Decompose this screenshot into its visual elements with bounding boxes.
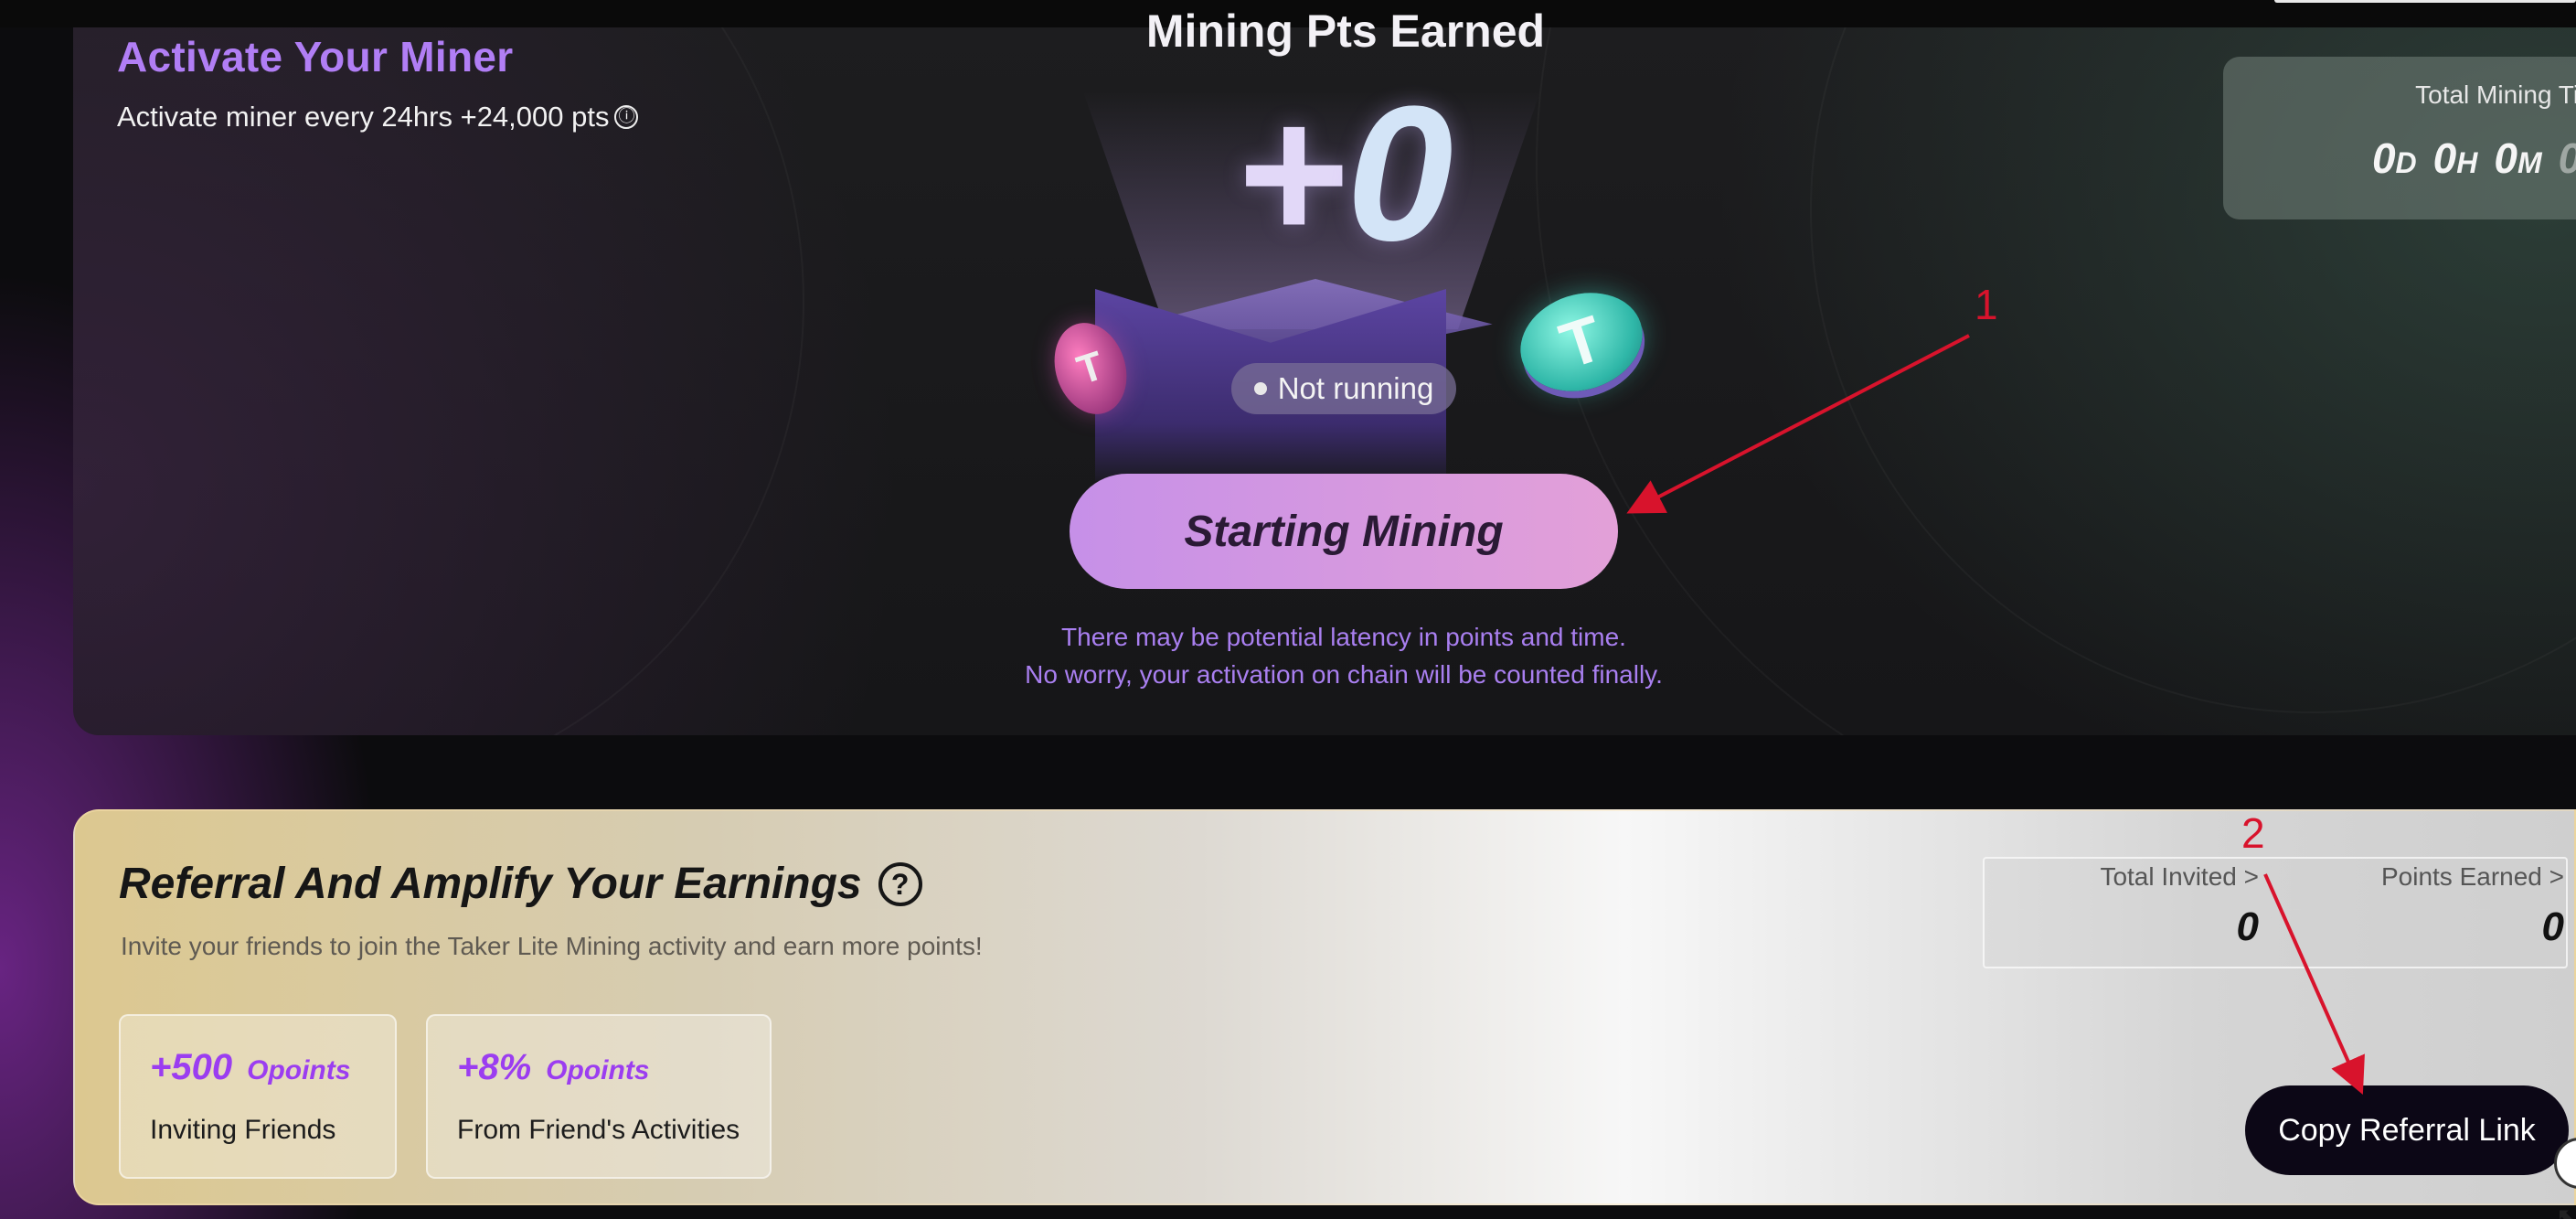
referral-title-text: Referral And Amplify Your Earnings	[119, 860, 862, 908]
annotation-marker-2: 2	[2241, 809, 2265, 857]
copy-referral-link-button[interactable]: Copy Referral Link	[2245, 1085, 2569, 1175]
mining-minutes: 0M	[2494, 134, 2542, 182]
start-mining-button[interactable]: Starting Mining	[1070, 474, 1618, 589]
status-dot-icon	[1253, 382, 1267, 395]
miner-subtitle: Activate miner every 24hrs +24,000 pts ⓘ	[117, 101, 639, 134]
total-invited-stat[interactable]: Total Invited > 0	[1985, 862, 2259, 950]
annotation-marker-1: 1	[1975, 281, 1998, 328]
reward-label: Inviting Friends	[150, 1115, 336, 1145]
top-strip-accent	[2274, 0, 2576, 3]
mining-days: 0D	[2371, 134, 2417, 182]
reward-card-friend-activities: +8% Opoints From Friend's Activities	[426, 1014, 772, 1179]
miner-subtitle-text: Activate miner every 24hrs +24,000 pts	[117, 101, 610, 133]
referral-title: Referral And Amplify Your Earnings ?	[119, 859, 922, 909]
info-icon[interactable]: ⓘ	[614, 105, 639, 129]
mining-points-value: +0	[1234, 66, 1453, 281]
question-circle-icon[interactable]: ?	[878, 861, 922, 906]
miner-title: Activate Your Miner	[117, 33, 514, 80]
latency-notice: There may be potential latency in points…	[914, 618, 1773, 693]
latency-line-1: There may be potential latency in points…	[1061, 623, 1626, 651]
mining-hours: 0H	[2432, 134, 2478, 182]
total-mining-time-values: 0D 0H 0M 0s	[2372, 134, 2576, 183]
latency-line-2: No worry, your activation on chain will …	[1025, 660, 1663, 689]
referral-panel: Referral And Amplify Your Earnings ? Inv…	[73, 809, 2576, 1205]
total-mining-time-label: Total Mining Time	[2415, 80, 2576, 109]
points-earned-stat[interactable]: Points Earned > 0	[2290, 862, 2564, 950]
mining-pts-earned-title: Mining Pts Earned	[1145, 5, 1546, 57]
referral-stats: Total Invited > 0 Points Earned > 0	[1983, 857, 2568, 968]
cursor-icon: ⬉	[2556, 1203, 2576, 1219]
reward-label: From Friend's Activities	[457, 1115, 740, 1145]
reward-value: +8% Opoints	[457, 1047, 650, 1087]
total-invited-value: 0	[2236, 904, 2259, 949]
total-mining-time-card: Total Mining Time 0D 0H 0M 0s	[2223, 57, 2576, 219]
points-earned-label[interactable]: Points Earned >	[2290, 862, 2564, 892]
decorative-arc	[73, 27, 804, 735]
total-invited-label[interactable]: Total Invited >	[1985, 862, 2259, 892]
referral-subtitle: Invite your friends to join the Taker Li…	[121, 932, 983, 960]
mining-status-badge: Not running	[1231, 363, 1456, 414]
reward-card-inviting: +500 Opoints Inviting Friends	[119, 1014, 397, 1179]
reward-value: +500 Opoints	[150, 1047, 351, 1087]
points-earned-value: 0	[2541, 904, 2564, 949]
mining-seconds: 0s	[2559, 134, 2576, 183]
mining-status-text: Not running	[1277, 371, 1434, 405]
